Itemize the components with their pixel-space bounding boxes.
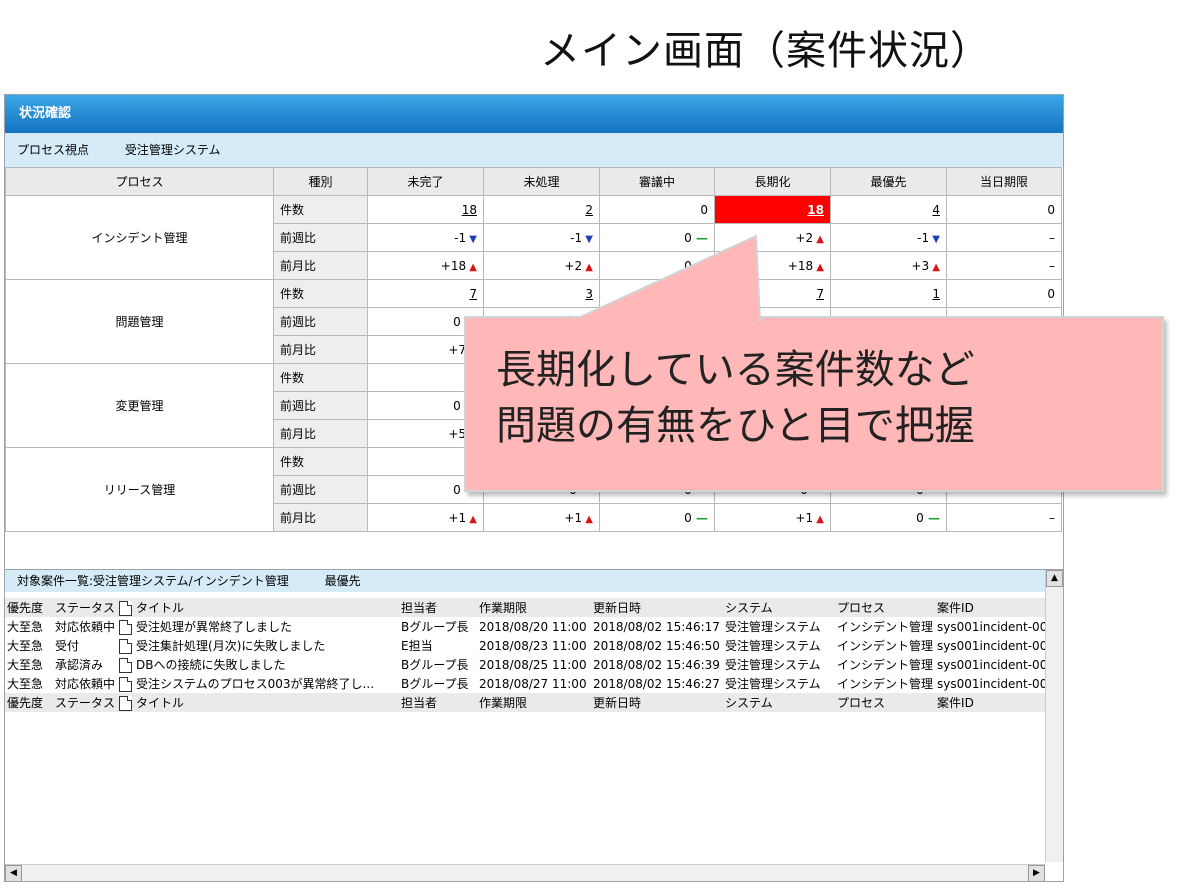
callout-pointer — [573, 234, 762, 324]
